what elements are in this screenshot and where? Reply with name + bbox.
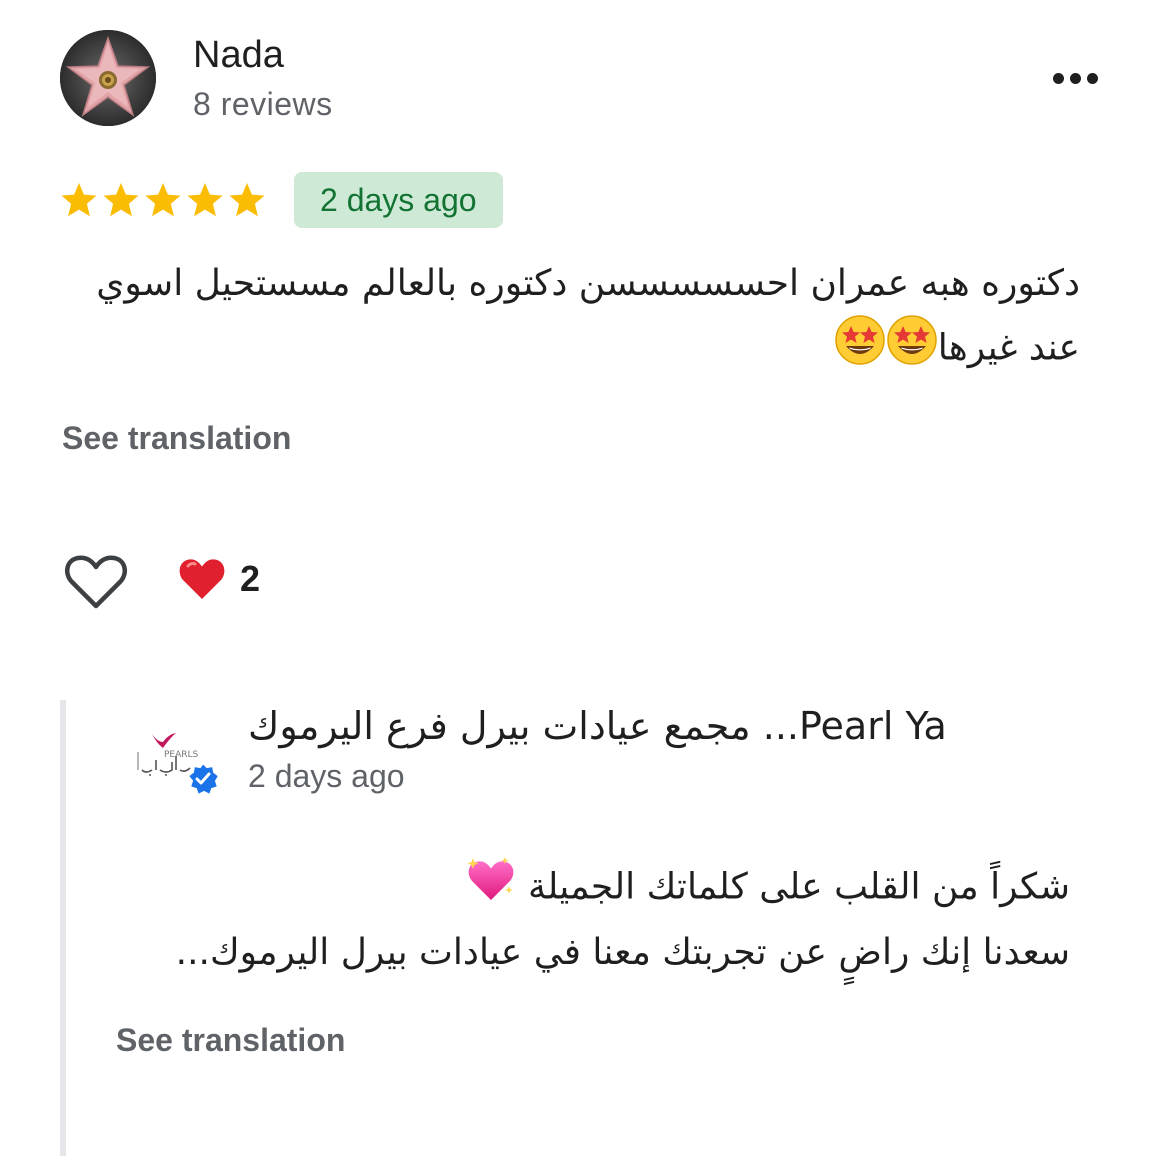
more-options-dot [1086,72,1098,84]
review-text-line-2: عند غيرها [937,327,1080,369]
rating-row: 2 days ago [60,172,503,228]
star-icon [145,183,181,217]
star-icon [229,183,265,217]
reaction-count: 2 [240,558,261,599]
reply-see-translation-link[interactable]: See translation [116,1022,345,1059]
review-date-badge: 2 days ago [294,172,503,228]
star-icon [61,183,97,217]
reply-text: شكراً من القلب على كلماتك الجميلة سعدنا … [114,854,1070,983]
star-rating [60,181,266,219]
reply-text-line-2: سعدنا إنك راضٍ عن تجربتك معنا في عيادات … [175,932,1070,973]
verified-check-icon [186,761,221,797]
star-icon [187,183,223,217]
more-options-button[interactable] [1040,56,1110,100]
review-text: دكتوره هبه عمران احسسسسسن دكتوره بالعالم… [60,254,1080,385]
heart-outline-icon [64,555,128,609]
like-button[interactable] [64,552,128,612]
sparkling-heart-emoji-icon [465,854,517,923]
reply-text-line: شكراً من القلب على كلماتك الجميلة [114,854,1070,923]
star-struck-emoji-icon [834,314,886,385]
reviewer-review-count: 8 reviews [193,86,333,122]
reply-divider [60,700,66,1156]
reviewer-name[interactable]: Nada [193,34,284,77]
review-text-line: دكتوره هبه عمران احسسسسسن دكتوره بالعالم… [96,263,1080,304]
more-options-dot [1069,72,1081,84]
review-card: Nada 8 reviews 2 days ago دكتوره هبه عمر… [0,0,1170,1156]
owner-logo-text: PEARLS [164,750,199,760]
review-text-line: عند غيرها [60,314,1080,385]
more-options-icon [1052,72,1064,84]
star-struck-emoji-icon [886,314,938,385]
red-heart-icon [178,556,226,602]
owner-name[interactable]: مجمع عيادات بيرل فرع اليرموك ...Pearl Ya [248,704,947,748]
reactions-summary[interactable]: 2 [178,556,260,602]
owner-reply-date: 2 days ago [248,758,405,794]
see-translation-link[interactable]: See translation [62,420,291,457]
star-icon [103,183,139,217]
owner-reply: PEARLS مجمع عيادات بيرل فرع اليرموك ...P… [60,700,1120,1156]
reply-text-line-1: شكراً من القلب على كلماتك الجميلة [528,866,1070,908]
reviewer-avatar[interactable] [60,30,156,126]
